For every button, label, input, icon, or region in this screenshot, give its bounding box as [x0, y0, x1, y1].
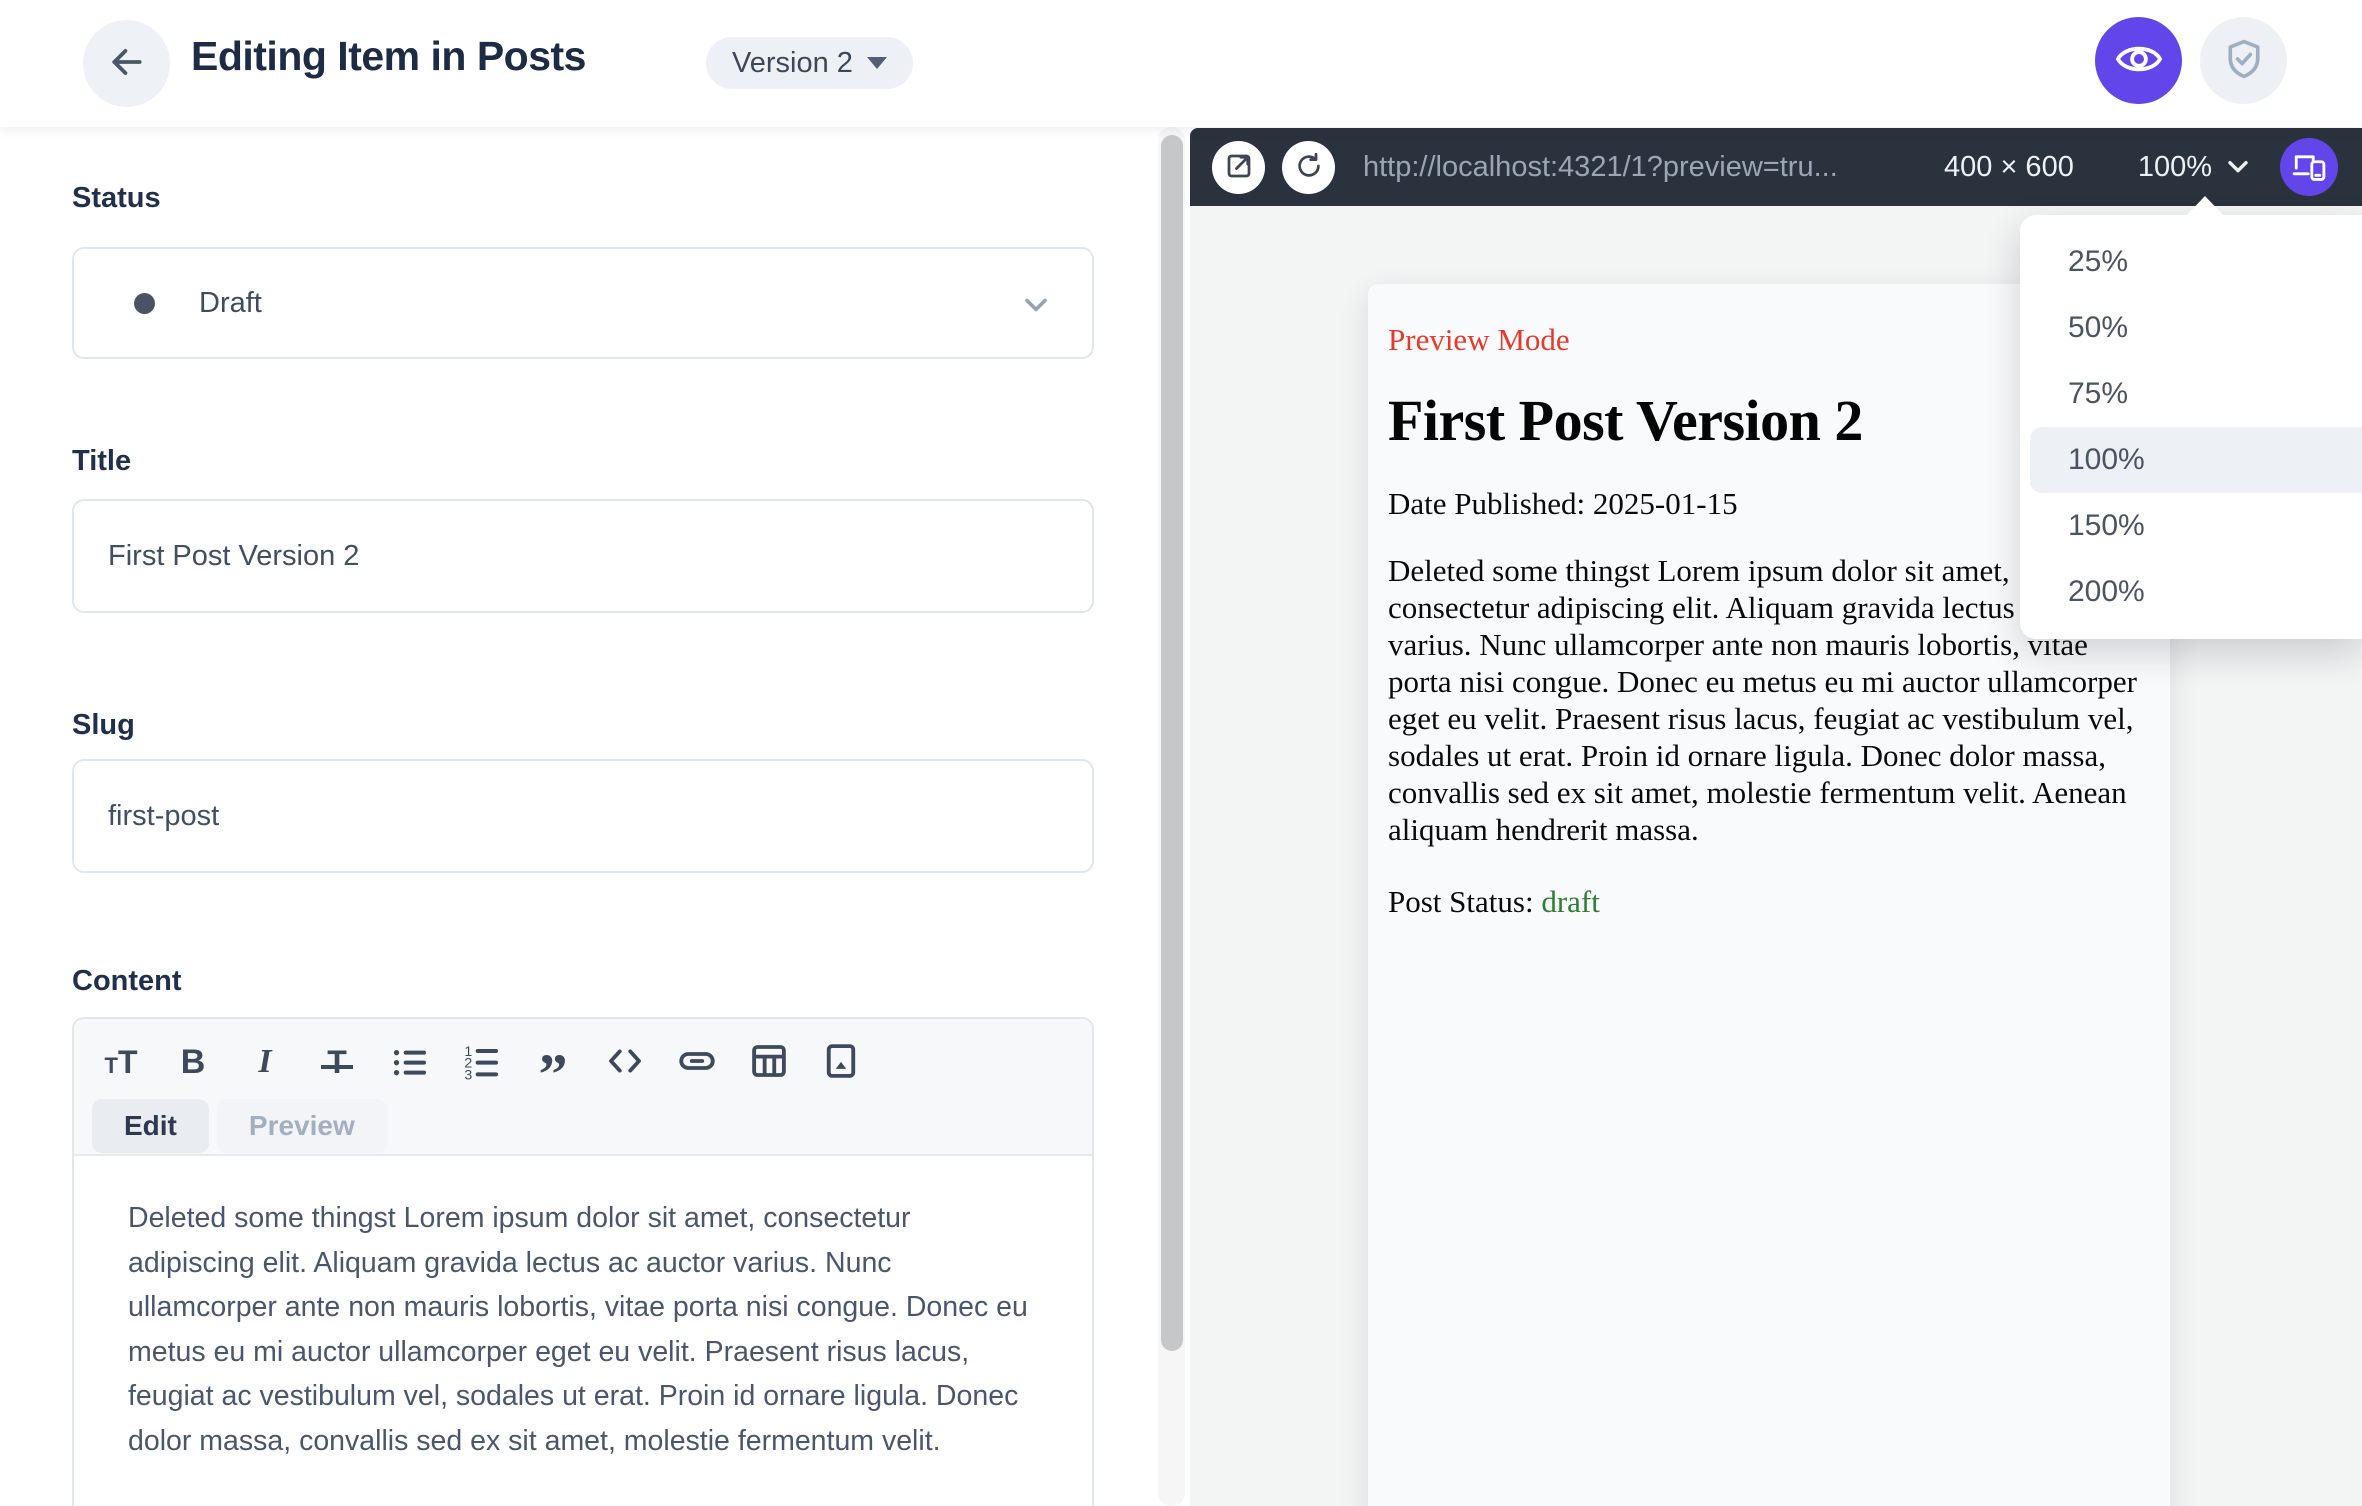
- italic-icon: I: [258, 1043, 272, 1080]
- bullet-list-icon: [389, 1041, 429, 1084]
- zoom-option-150[interactable]: 150%: [2020, 493, 2362, 559]
- preview-toggle-button[interactable]: [2095, 17, 2182, 104]
- zoom-option-75[interactable]: 75%: [2020, 361, 2362, 427]
- content-editor: TT B I T 123 ” Edit Preview Deleted some…: [72, 1017, 1094, 1506]
- image-button[interactable]: [812, 1036, 870, 1088]
- chevron-down-icon: [1018, 287, 1054, 328]
- shield-check-icon: [2222, 37, 2266, 84]
- svg-text:3: 3: [464, 1067, 472, 1081]
- responsive-devices-icon: [2292, 149, 2326, 186]
- zoom-level-value: 100%: [2137, 150, 2212, 183]
- status-dot-icon: [134, 292, 155, 314]
- text-size-button[interactable]: TT: [92, 1036, 150, 1088]
- ordered-list-button[interactable]: 123: [452, 1036, 510, 1088]
- back-arrow-icon: [108, 43, 146, 84]
- zoom-level-dropdown[interactable]: 100%: [2138, 150, 2254, 185]
- italic-button[interactable]: I: [236, 1036, 294, 1088]
- bold-icon: B: [180, 1042, 206, 1081]
- slug-input[interactable]: [72, 759, 1094, 873]
- version-dropdown[interactable]: Version 2: [706, 37, 913, 89]
- caret-down-icon: [866, 57, 887, 69]
- viewport-dimensions: 400 × 600: [1944, 150, 2074, 183]
- device-size-toggle-button[interactable]: [2280, 138, 2338, 196]
- page-title: Editing Item in Posts: [191, 33, 586, 79]
- content-label: Content: [72, 965, 182, 997]
- status-label: Status: [72, 182, 161, 214]
- ordered-list-icon: 123: [461, 1041, 501, 1084]
- eye-icon: [2115, 36, 2162, 85]
- refresh-button[interactable]: [1282, 140, 1335, 194]
- strikethrough-button[interactable]: T: [308, 1036, 366, 1088]
- preview-post-status: Post Status: draft: [1388, 884, 1600, 919]
- app-header: Editing Item in Posts Version 2: [0, 0, 2362, 127]
- zoom-option-100[interactable]: 100%: [2030, 427, 2362, 493]
- title-label: Title: [72, 445, 132, 477]
- table-button[interactable]: [740, 1036, 798, 1088]
- editor-toolbar: TT B I T 123 ” Edit Preview: [74, 1019, 1092, 1156]
- validation-button[interactable]: [2200, 17, 2287, 104]
- zoom-option-50[interactable]: 50%: [2020, 295, 2362, 361]
- image-icon: [820, 1040, 862, 1085]
- preview-pane: http://localhost:4321/1?preview=tru... 4…: [1190, 128, 2362, 1506]
- link-button[interactable]: [668, 1036, 726, 1088]
- code-button[interactable]: [596, 1036, 654, 1088]
- refresh-icon: [1294, 151, 1324, 184]
- preview-status-value: draft: [1541, 884, 1600, 919]
- zoom-option-25[interactable]: 25%: [2020, 229, 2362, 295]
- preview-toolbar: http://localhost:4321/1?preview=tru... 4…: [1190, 128, 2362, 206]
- bold-button[interactable]: B: [164, 1036, 222, 1088]
- open-in-new-tab-button[interactable]: [1212, 140, 1265, 194]
- quote-icon: ”: [538, 1042, 568, 1107]
- text-size-icon: TT: [104, 1043, 138, 1080]
- version-label: Version 2: [732, 46, 853, 79]
- title-input[interactable]: [72, 499, 1094, 613]
- status-value: Draft: [199, 286, 262, 319]
- chevron-down-icon: [2222, 150, 2254, 185]
- table-icon: [748, 1040, 790, 1085]
- bullet-list-button[interactable]: [380, 1036, 438, 1088]
- zoom-option-200[interactable]: 200%: [2020, 559, 2362, 625]
- strikethrough-icon: T: [321, 1043, 353, 1080]
- code-icon: [604, 1040, 646, 1085]
- zoom-dropdown-menu: 25% 50% 75% 100% 150% 200%: [2020, 215, 2362, 639]
- link-icon: [676, 1040, 718, 1085]
- preview-url[interactable]: http://localhost:4321/1?preview=tru...: [1363, 151, 1838, 184]
- tab-edit[interactable]: Edit: [92, 1099, 209, 1153]
- tab-preview[interactable]: Preview: [216, 1099, 387, 1153]
- content-textarea[interactable]: Deleted some thingst Lorem ipsum dolor s…: [74, 1156, 1092, 1463]
- dropdown-caret: [2186, 196, 2224, 216]
- slug-label: Slug: [72, 709, 135, 741]
- status-select[interactable]: Draft: [72, 247, 1094, 359]
- main-area: Status Draft Title Slug Content TT B I T…: [0, 127, 2362, 1506]
- external-link-icon: [1224, 151, 1254, 184]
- scrollbar-thumb[interactable]: [1161, 135, 1183, 1351]
- back-button[interactable]: [83, 20, 170, 107]
- blockquote-button[interactable]: ”: [524, 1036, 582, 1107]
